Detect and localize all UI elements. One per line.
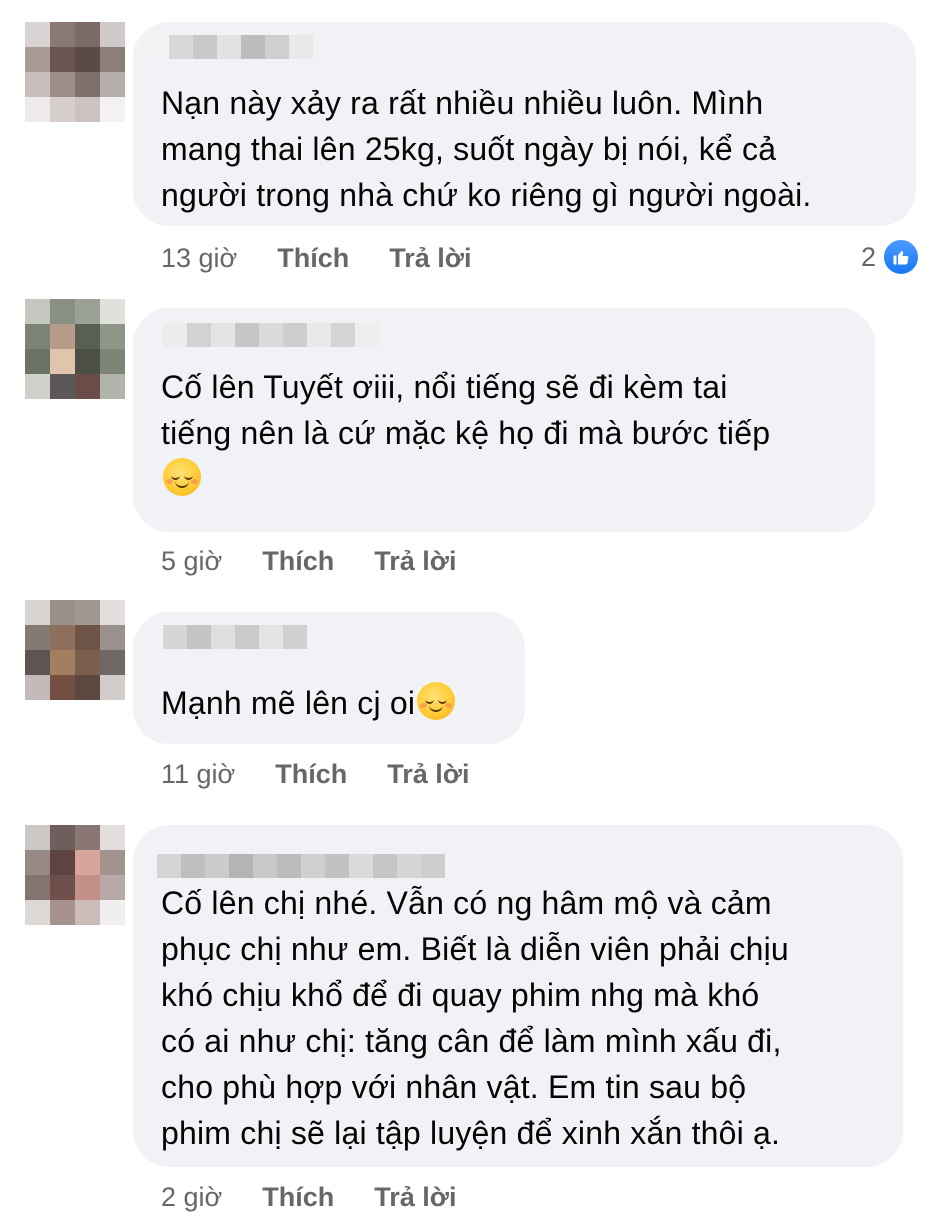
- comment-bubble[interactable]: Cố lên Tuyết ơiii, nổi tiếng sẽ đi kèm t…: [133, 308, 875, 532]
- commenter-name-blurred[interactable]: [145, 22, 313, 72]
- like-button[interactable]: Thích: [275, 757, 347, 791]
- comment-bubble[interactable]: Nạn này xảy ra rất nhiều nhiều luôn. Mìn…: [133, 22, 916, 226]
- comment-actions: 11 giờ Thích Trả lời: [161, 757, 469, 791]
- comment-text: Nạn này xảy ra rất nhiều nhiều luôn. Mìn…: [161, 85, 812, 213]
- comment-time[interactable]: 2 giờ: [161, 1180, 222, 1214]
- comment-text-content: Mạnh mẽ lên cj oi: [161, 685, 416, 721]
- comment-actions: 2 giờ Thích Trả lời: [161, 1180, 456, 1214]
- like-icon: [882, 238, 920, 276]
- reply-button[interactable]: Trả lời: [374, 544, 456, 578]
- avatar[interactable]: [25, 22, 125, 122]
- reply-button[interactable]: Trả lời: [387, 757, 469, 791]
- relieved-face-icon: [163, 458, 201, 496]
- like-button[interactable]: Thích: [277, 241, 349, 275]
- comment-actions: 13 giờ Thích Trả lời: [161, 241, 472, 275]
- avatar[interactable]: [25, 825, 125, 925]
- reply-button[interactable]: Trả lời: [374, 1180, 456, 1214]
- avatar[interactable]: [25, 299, 125, 399]
- comment-actions: 5 giờ Thích Trả lời: [161, 544, 456, 578]
- avatar[interactable]: [25, 600, 125, 700]
- smiling-face-icon: [417, 682, 456, 720]
- comment-time[interactable]: 13 giờ: [161, 241, 237, 275]
- comment-text: Mạnh mẽ lên cj oi: [161, 680, 456, 726]
- comment-bubble[interactable]: Mạnh mẽ lên cj oi: [133, 612, 525, 744]
- comment-text: Cố lên chị nhé. Vẫn có ng hâm mộ và cảm …: [161, 885, 789, 1151]
- comment-time[interactable]: 5 giờ: [161, 544, 222, 578]
- comment-text: Cố lên Tuyết ơiii, nổi tiếng sẽ đi kèm t…: [161, 364, 770, 502]
- reply-button[interactable]: Trả lời: [389, 241, 471, 275]
- like-button[interactable]: Thích: [262, 544, 334, 578]
- commenter-name-blurred[interactable]: [163, 612, 307, 662]
- comment-time[interactable]: 11 giờ: [161, 757, 235, 791]
- comment-bubble[interactable]: Cố lên chị nhé. Vẫn có ng hâm mộ và cảm …: [133, 825, 903, 1167]
- reaction-count: 2: [860, 241, 876, 272]
- reaction-summary[interactable]: 2: [861, 238, 920, 276]
- like-button[interactable]: Thích: [262, 1180, 334, 1214]
- commenter-name-blurred[interactable]: [163, 310, 379, 360]
- comment-text-content: Cố lên Tuyết ơiii, nổi tiếng sẽ đi kèm t…: [161, 369, 771, 451]
